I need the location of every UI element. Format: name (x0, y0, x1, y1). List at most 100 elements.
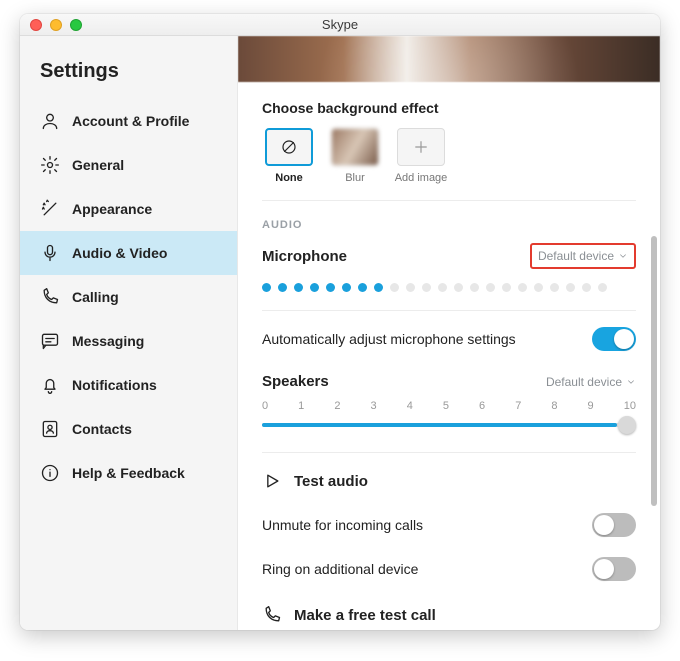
auto-adjust-label: Automatically adjust microphone settings (262, 331, 516, 347)
slider-ticks: 0 1 2 3 4 5 6 7 8 9 10 (262, 400, 636, 412)
sidebar-item-label: Contacts (72, 421, 132, 437)
sidebar-item-contacts[interactable]: Contacts (20, 407, 237, 451)
level-dot (358, 283, 367, 292)
sidebar-item-notifications[interactable]: Notifications (20, 363, 237, 407)
contact-book-icon (40, 419, 60, 439)
make-test-call-label: Make a free test call (294, 607, 436, 624)
sidebar-item-account-profile[interactable]: Account & Profile (20, 99, 237, 143)
level-dot (534, 283, 543, 292)
sidebar-item-label: Calling (72, 289, 119, 305)
chevron-down-icon (626, 377, 636, 387)
sidebar-item-appearance[interactable]: Appearance (20, 187, 237, 231)
sidebar-heading: Settings (20, 60, 237, 99)
level-dot (406, 283, 415, 292)
level-dot (598, 283, 607, 292)
slider-thumb[interactable] (618, 416, 636, 434)
tick-label: 5 (443, 400, 449, 412)
tick-label: 8 (551, 400, 557, 412)
speaker-volume-control: 0 1 2 3 4 5 6 7 8 9 10 (262, 400, 636, 453)
info-icon (40, 463, 60, 483)
level-dot (454, 283, 463, 292)
content: Settings Account & Profile General Appea… (20, 36, 660, 630)
sidebar-item-label: Appearance (72, 201, 152, 217)
sidebar-item-calling[interactable]: Calling (20, 275, 237, 319)
plus-icon (397, 128, 445, 166)
tick-label: 1 (298, 400, 304, 412)
background-effects: None Blur Add image (262, 128, 636, 201)
tick-label: 4 (407, 400, 413, 412)
level-dot (294, 283, 303, 292)
tick-label: 9 (588, 400, 594, 412)
unmute-incoming-label: Unmute for incoming calls (262, 517, 423, 533)
sidebar-item-messaging[interactable]: Messaging (20, 319, 237, 363)
level-dot (550, 283, 559, 292)
tick-label: 10 (624, 400, 636, 412)
level-dot (582, 283, 591, 292)
level-dot (262, 283, 271, 292)
level-dot (390, 283, 399, 292)
settings-sidebar: Settings Account & Profile General Appea… (20, 36, 238, 630)
effect-add-image[interactable]: Add image (394, 128, 448, 184)
play-icon (262, 471, 282, 491)
effect-label: None (275, 172, 303, 184)
phone-icon (262, 605, 282, 625)
chevron-down-icon (618, 251, 628, 261)
effect-none[interactable]: None (262, 128, 316, 184)
sidebar-item-help-feedback[interactable]: Help & Feedback (20, 451, 237, 495)
microphone-device-value: Default device (538, 249, 614, 263)
make-test-call-button[interactable]: Make a free test call (262, 605, 636, 625)
tick-label: 2 (334, 400, 340, 412)
tick-label: 7 (515, 400, 521, 412)
blur-thumbnail (331, 128, 379, 166)
tick-label: 0 (262, 400, 268, 412)
sidebar-item-audio-video[interactable]: Audio & Video (20, 231, 237, 275)
level-dot (422, 283, 431, 292)
auto-adjust-toggle[interactable] (592, 327, 636, 351)
effect-label: Add image (395, 172, 448, 184)
wand-icon (40, 199, 60, 219)
camera-preview (238, 36, 660, 82)
bell-icon (40, 375, 60, 395)
level-dot (566, 283, 575, 292)
level-dot (278, 283, 287, 292)
sidebar-item-label: Help & Feedback (72, 465, 185, 481)
microphone-icon (40, 243, 60, 263)
level-dot (470, 283, 479, 292)
tick-label: 3 (371, 400, 377, 412)
tick-label: 6 (479, 400, 485, 412)
unmute-incoming-toggle[interactable] (592, 513, 636, 537)
speakers-device-value: Default device (546, 375, 622, 389)
ring-additional-toggle[interactable] (592, 557, 636, 581)
person-icon (40, 111, 60, 131)
speaker-volume-slider[interactable] (262, 416, 636, 434)
test-audio-button[interactable]: Test audio (262, 471, 636, 491)
gear-icon (40, 155, 60, 175)
level-dot (310, 283, 319, 292)
effect-label: Blur (345, 172, 365, 184)
level-dot (342, 283, 351, 292)
test-audio-label: Test audio (294, 473, 368, 490)
microphone-device-dropdown[interactable]: Default device (530, 243, 636, 269)
level-dot (438, 283, 447, 292)
background-effect-heading: Choose background effect (262, 100, 636, 116)
level-dot (326, 283, 335, 292)
microphone-label: Microphone (262, 248, 347, 265)
speakers-device-dropdown[interactable]: Default device (546, 375, 636, 389)
titlebar: Skype (20, 14, 660, 36)
sidebar-item-label: Audio & Video (72, 245, 167, 261)
chat-icon (40, 331, 60, 351)
speakers-label: Speakers (262, 373, 329, 390)
level-dot (502, 283, 511, 292)
sidebar-item-label: Notifications (72, 377, 157, 393)
phone-icon (40, 287, 60, 307)
app-window: Skype Settings Account & Profile General… (20, 14, 660, 630)
none-icon (265, 128, 313, 166)
settings-main: Choose background effect None Blur Add i… (238, 36, 660, 630)
sidebar-item-general[interactable]: General (20, 143, 237, 187)
sidebar-item-label: General (72, 157, 124, 173)
audio-group-label: AUDIO (262, 219, 636, 231)
ring-additional-label: Ring on additional device (262, 561, 418, 577)
effect-blur[interactable]: Blur (328, 128, 382, 184)
window-title: Skype (20, 17, 660, 32)
level-dot (374, 283, 383, 292)
